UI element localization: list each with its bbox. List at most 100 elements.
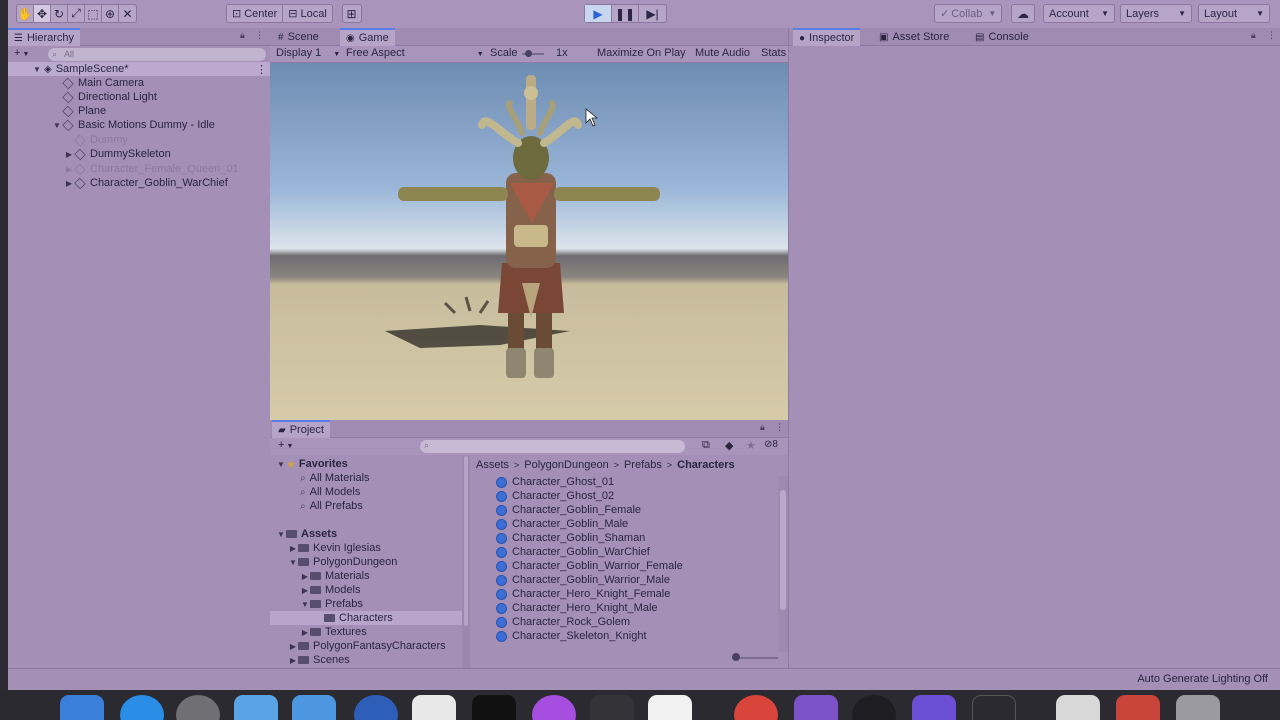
hierarchy-item[interactable]: ▶ Character_Goblin_WarChief [8, 176, 270, 190]
scale-slider-knob[interactable] [525, 50, 532, 57]
tab-hierarchy[interactable]: ☰ Hierarchy [8, 28, 81, 46]
list-item[interactable]: Character_Skeleton_Knight [496, 629, 647, 643]
list-item[interactable]: Character_Rock_Golem [496, 615, 630, 629]
grid-snap-icon[interactable]: ⊞ [343, 5, 360, 22]
list-item[interactable]: Character_Goblin_Warrior_Female [496, 559, 683, 573]
hierarchy-item[interactable]: Directional Light [8, 90, 270, 104]
layers-dropdown[interactable]: Layers ▼ [1120, 4, 1192, 23]
play-button[interactable]: ▶ [585, 5, 612, 22]
unity-hub-icon[interactable] [972, 695, 1016, 720]
custom-tool-icon[interactable]: ✕ [119, 5, 136, 22]
folder-item[interactable]: ▼ PolygonDungeon [270, 555, 462, 569]
maximize-on-play-toggle[interactable]: Maximize On Play [597, 47, 686, 59]
notes-icon[interactable] [412, 695, 456, 720]
rotate-tool-icon[interactable]: ↻ [51, 5, 68, 22]
scene-row[interactable]: ▼ ◈ SampleScene* ⋮ [8, 62, 270, 76]
hierarchy-item[interactable]: ▶ Character_Female_Queen_01 [8, 162, 270, 176]
chevron-right-icon[interactable]: ▶ [64, 165, 74, 174]
folder-app-icon[interactable] [292, 695, 336, 720]
hidden-packages-icon[interactable]: ⊘8 [764, 439, 778, 450]
scale-slider[interactable] [522, 50, 544, 57]
transform-tool-icon[interactable]: ⊕ [102, 5, 119, 22]
xcode-icon[interactable] [234, 695, 278, 720]
unity-icon[interactable] [648, 695, 692, 720]
create-button[interactable]: + ▼ [14, 47, 29, 59]
icon-size-slider[interactable] [732, 653, 778, 661]
document-icon[interactable] [1056, 695, 1100, 720]
create-asset-button[interactable]: + ▼ [278, 439, 293, 451]
chevron-right-icon[interactable]: ▶ [300, 572, 310, 581]
chevron-right-icon[interactable]: ▶ [300, 586, 310, 595]
chevron-down-icon[interactable]: ▼ [276, 460, 286, 469]
steam-icon[interactable] [852, 695, 896, 720]
list-item[interactable]: Character_Ghost_02 [496, 489, 614, 503]
collab-dropdown[interactable]: ✓ Collab ▼ [934, 4, 1003, 23]
chevron-right-icon[interactable]: ▶ [288, 656, 298, 665]
terminal-icon[interactable] [472, 695, 516, 720]
list-item[interactable]: Character_Hero_Knight_Male [496, 601, 658, 615]
chevron-right-icon[interactable]: ▶ [300, 628, 310, 637]
favorites-section[interactable]: ▼ ★ Favorites [270, 457, 462, 471]
tab-project[interactable]: ▰ Project [272, 420, 330, 438]
appstore-icon[interactable] [120, 695, 164, 720]
hierarchy-search-input[interactable]: ⌕ All [48, 48, 266, 61]
list-item[interactable]: Character_Goblin_Male [496, 517, 628, 531]
folder-item[interactable]: ▶ Materials [270, 569, 462, 583]
list-item[interactable]: Character_Goblin_Warrior_Male [496, 573, 670, 587]
list-item[interactable]: Character_Hero_Knight_Female [496, 587, 670, 601]
list-item[interactable]: Character_Ghost_01 [496, 475, 614, 489]
mute-audio-toggle[interactable]: Mute Audio [695, 47, 750, 59]
chevron-down-icon[interactable]: ▼ [300, 600, 310, 609]
chevron-down-icon[interactable]: ▼ [288, 558, 298, 567]
system-preferences-icon[interactable] [176, 695, 220, 720]
trash-icon[interactable] [1176, 695, 1220, 720]
rect-tool-icon[interactable]: ⬚ [85, 5, 102, 22]
assets-root[interactable]: ▼ Assets [270, 527, 462, 541]
chevron-right-icon[interactable]: ▶ [64, 150, 74, 159]
more-menu-icon[interactable]: ⋮ [775, 422, 784, 433]
breadcrumb-item[interactable]: Prefabs [624, 459, 662, 471]
hierarchy-item[interactable]: Dummy [8, 133, 270, 147]
chevron-down-icon[interactable]: ▼ [276, 530, 286, 539]
lock-icon[interactable]: 🔒︎ [1251, 30, 1256, 41]
move-tool-icon[interactable]: ✥ [34, 5, 51, 22]
search-by-type-icon[interactable]: ⧉ [702, 439, 710, 452]
podcasts-icon[interactable] [532, 695, 576, 720]
game-viewport[interactable] [270, 63, 788, 420]
tab-inspector[interactable]: ● Inspector [793, 28, 861, 46]
cloud-button[interactable]: ☁ [1011, 4, 1035, 23]
tab-game[interactable]: ◉ Game [340, 28, 395, 46]
pause-button[interactable]: ❚❚ [612, 5, 639, 22]
chevron-down-icon[interactable]: ▼ [32, 65, 42, 74]
folder-item[interactable]: ▶ Scenes [270, 653, 462, 667]
tab-scene[interactable]: # Scene [272, 28, 325, 46]
tab-asset-store[interactable]: ▣ Asset Store [873, 28, 955, 46]
account-dropdown[interactable]: Account ▼ [1043, 4, 1115, 23]
chevron-down-icon[interactable]: ▼ [52, 121, 62, 130]
file-list-scrollbar-thumb[interactable] [780, 490, 786, 610]
display-dropdown[interactable]: Display 1 ▼ [276, 47, 340, 59]
icon-size-slider-knob[interactable] [732, 653, 740, 661]
stats-toggle[interactable]: Stats [761, 47, 786, 59]
more-menu-icon[interactable]: ⋮ [255, 30, 264, 41]
lock-icon[interactable]: 🔒︎ [760, 422, 765, 433]
center-toggle[interactable]: ⊡ Center [227, 5, 284, 22]
app-icon[interactable] [590, 695, 634, 720]
folder-item[interactable]: ▶ Kevin Iglesias [270, 541, 462, 555]
list-item[interactable]: Character_Goblin_WarChief [496, 545, 650, 559]
tree-scrollbar-thumb[interactable] [464, 456, 468, 626]
more-menu-icon[interactable]: ⋮ [1267, 30, 1276, 41]
folder-item[interactable]: ▼ Prefabs [270, 597, 462, 611]
hierarchy-item[interactable]: ▼ Basic Motions Dummy - Idle [8, 118, 270, 132]
browser-icon[interactable] [354, 695, 398, 720]
local-toggle[interactable]: ⊟ Local [283, 5, 332, 22]
scale-tool-icon[interactable]: ⤢ [68, 5, 85, 22]
folder-item-selected[interactable]: Characters [270, 611, 462, 625]
hierarchy-item[interactable]: ▶ DummySkeleton [8, 147, 270, 161]
folder-item[interactable]: ▶ Models [270, 583, 462, 597]
chevron-right-icon[interactable]: ▶ [288, 544, 298, 553]
aspect-dropdown[interactable]: Free Aspect ▼ [346, 47, 484, 59]
chevron-right-icon[interactable]: ▶ [288, 642, 298, 651]
hierarchy-item[interactable]: Plane [8, 104, 270, 118]
visual-studio-icon[interactable] [794, 695, 838, 720]
